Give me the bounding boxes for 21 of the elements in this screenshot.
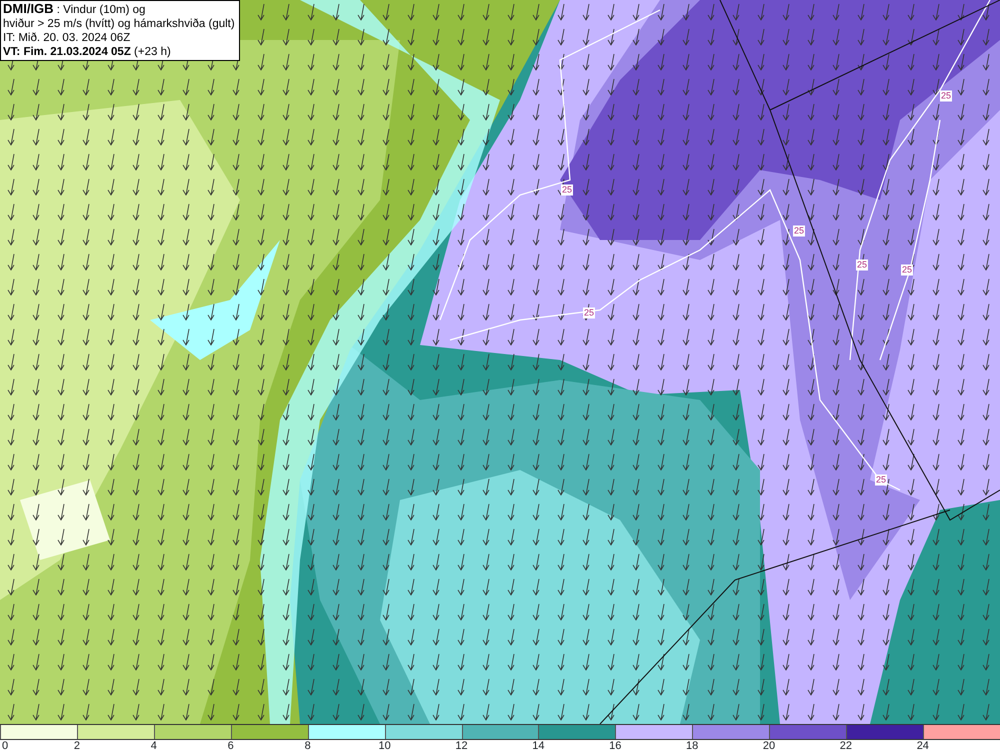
legend-tick-label: 0 xyxy=(2,740,8,752)
contour-label: 25 xyxy=(856,260,868,270)
legend-tick-label: 4 xyxy=(150,740,157,752)
legend-tick-label: 10 xyxy=(378,740,391,752)
legend-tick-label: 12 xyxy=(455,740,468,752)
contour-label: 25 xyxy=(561,184,573,196)
contour-label: 25 xyxy=(901,264,913,276)
contour-label: 25 xyxy=(793,226,805,236)
contour-label: 25 xyxy=(940,90,952,102)
legend-tick-label: 20 xyxy=(762,740,776,752)
legend-tick-label: 14 xyxy=(532,740,544,752)
contour-label: 25 xyxy=(583,308,595,318)
legend-tick-label: 18 xyxy=(686,740,698,752)
legend-tick-label: 24 xyxy=(916,740,929,752)
legend-tick-label: 8 xyxy=(304,740,311,752)
legend-tick-label: 2 xyxy=(74,740,80,752)
legend-tick-label: 6 xyxy=(228,740,234,752)
contour-label: 25 xyxy=(875,474,887,486)
legend-tick-label: 22 xyxy=(840,740,852,752)
title-text: DMI/IGB : Vindur (10m) og hviður > 25 m/s (hvítt) og hámarkshviða (gult) IT: Mið. 20. 03. 2024 06Z VT: Fim. 21.03.2024 05Z (+23 h) xyxy=(3,2,235,59)
legend-tick-label: 16 xyxy=(609,740,622,752)
